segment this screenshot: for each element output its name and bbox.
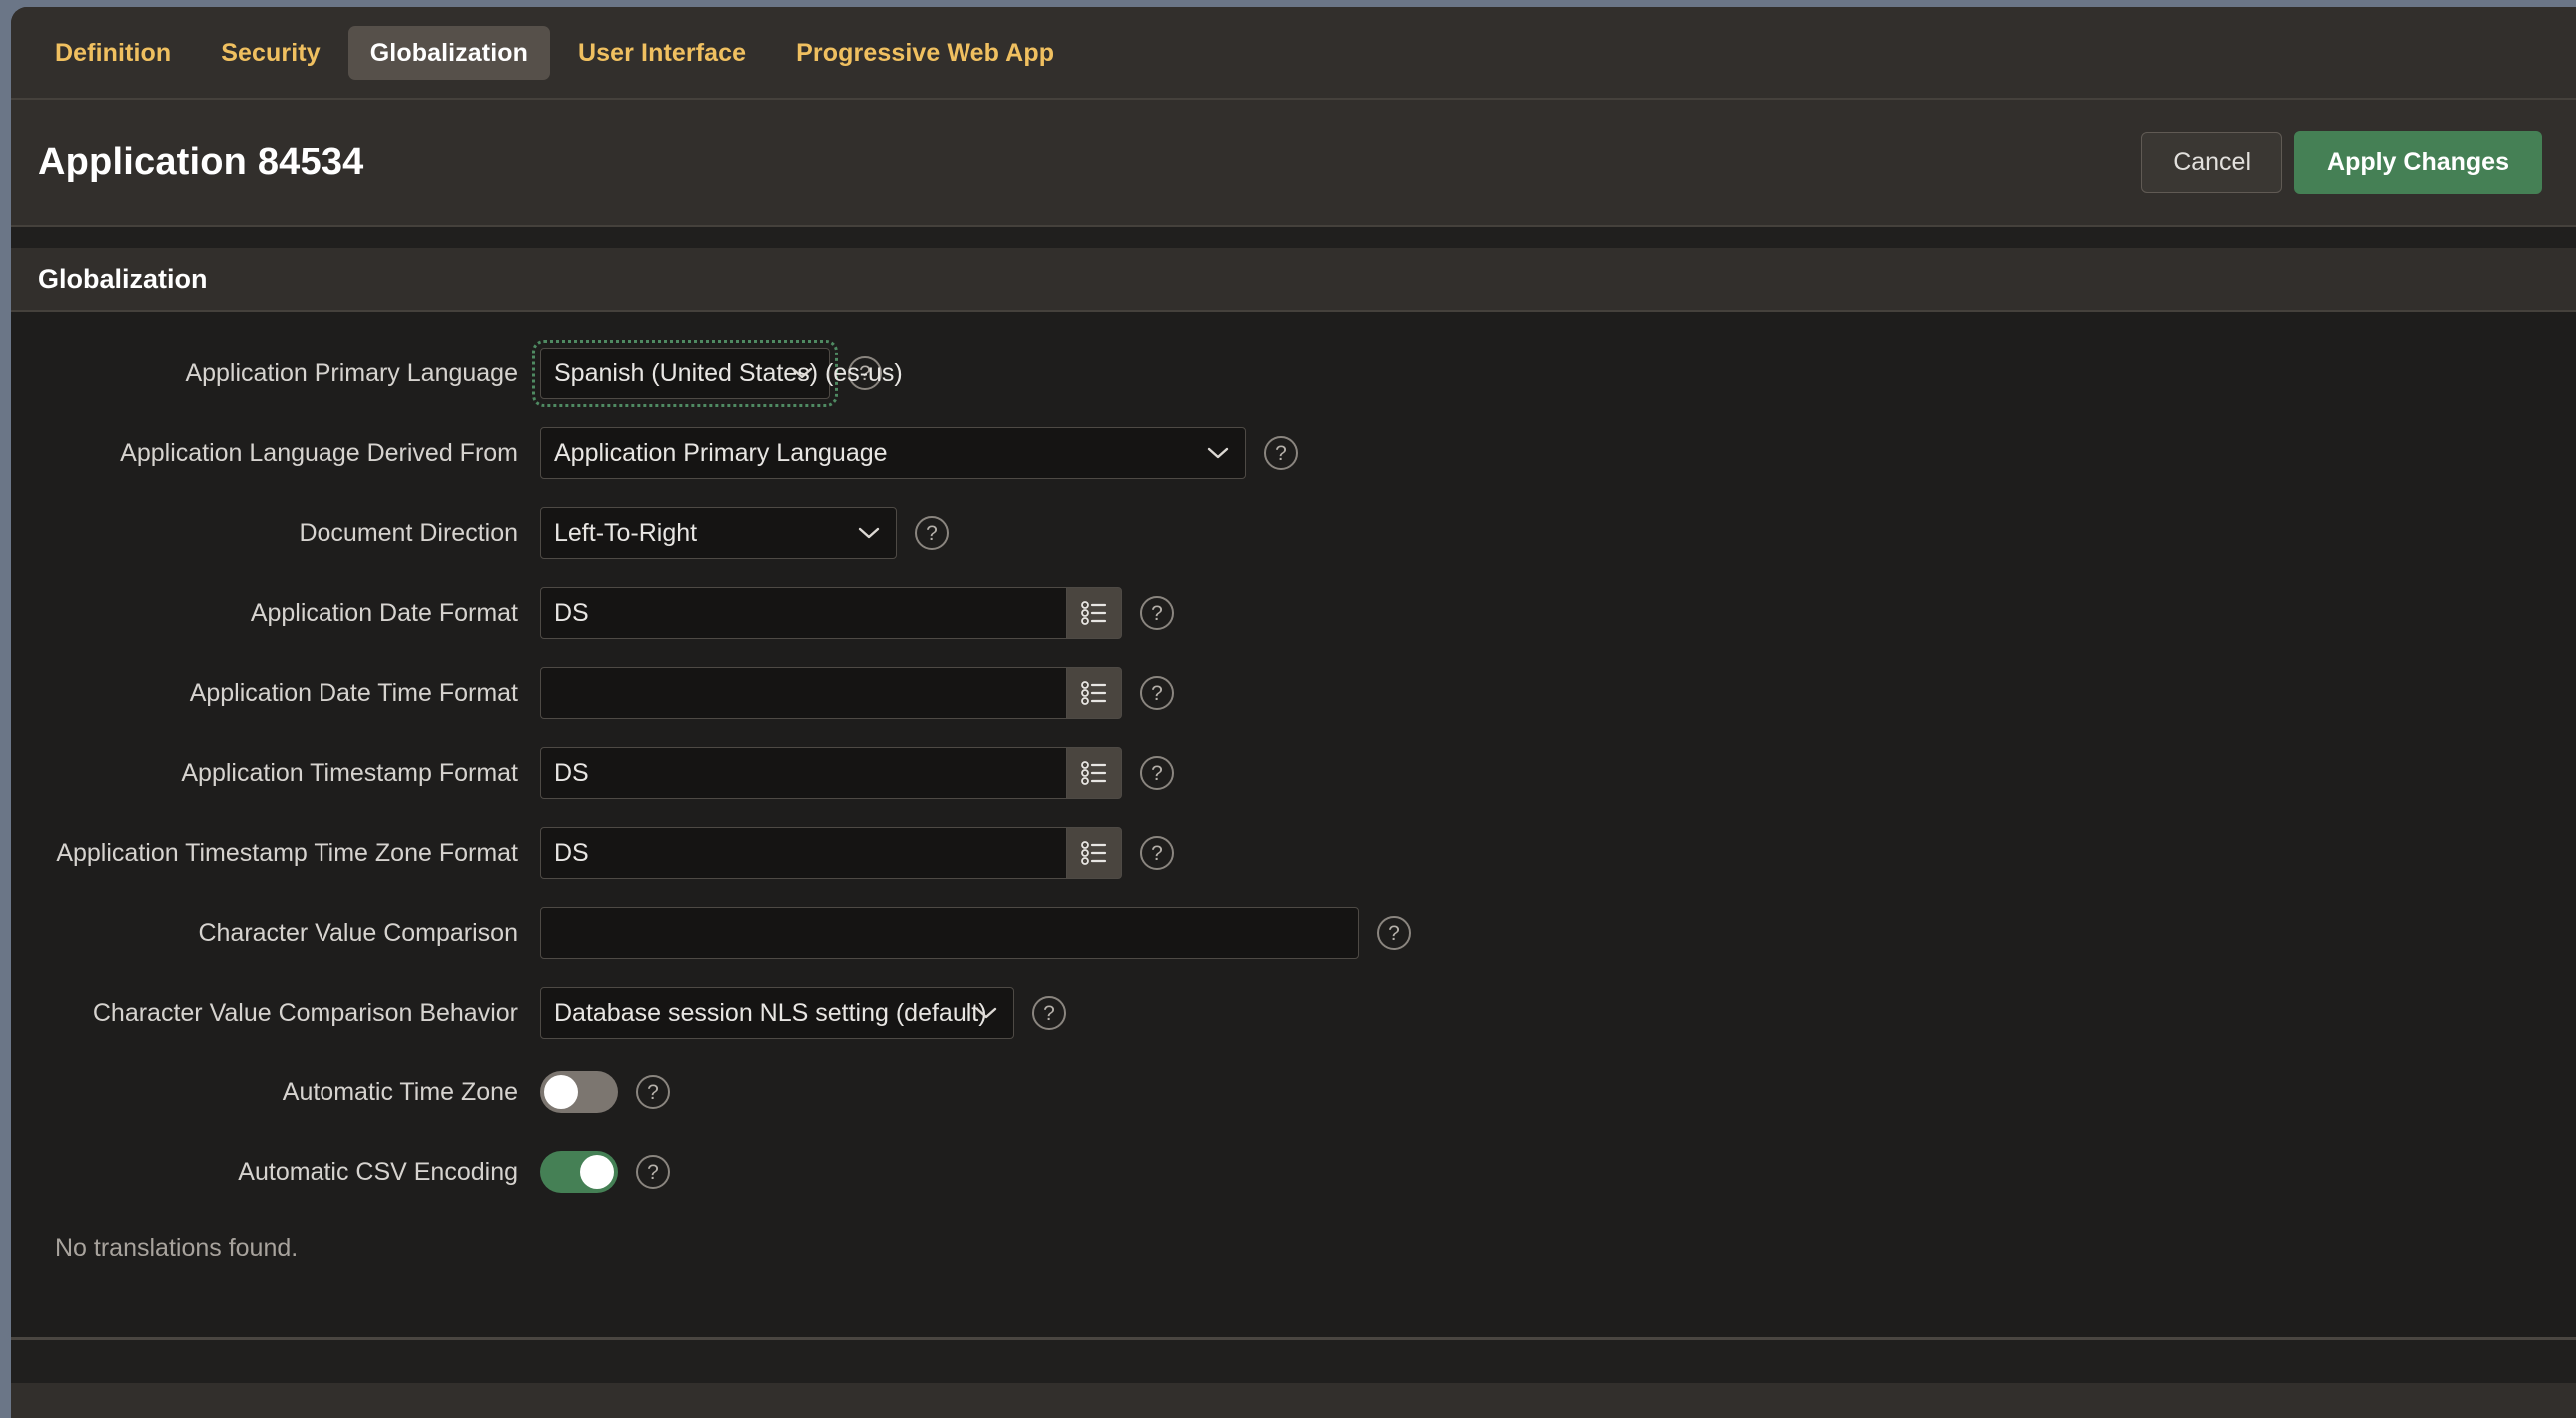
row-date-format: Application Date Format DS ?: [11, 573, 2576, 653]
help-icon-automatic-csv-encoding[interactable]: ?: [636, 1155, 670, 1189]
list-of-values-icon-date-format[interactable]: [1066, 587, 1122, 639]
region-spacer: [11, 227, 2576, 248]
page-footer: [11, 1383, 2576, 1418]
apply-changes-button[interactable]: Apply Changes: [2294, 131, 2542, 194]
control-char-value-comparison-behavior: Database session NLS setting (default) ?: [540, 987, 1066, 1039]
tab-security[interactable]: Security: [199, 26, 341, 80]
label-timestamp-format: Application Timestamp Format: [181, 759, 518, 787]
row-date-time-format: Application Date Time Format ?: [11, 653, 2576, 733]
label-char-value-comparison: Character Value Comparison: [198, 919, 518, 947]
window-left-rail: [0, 0, 11, 1418]
char-value-comparison-behavior-value: Database session NLS setting (default): [554, 998, 987, 1027]
list-of-values-icon-timestamp-tz-format[interactable]: [1066, 827, 1122, 879]
toggle-knob: [544, 1075, 578, 1109]
tab-user-interface[interactable]: User Interface: [556, 26, 768, 80]
section-title: Globalization: [38, 263, 208, 294]
control-timestamp-format: ?: [540, 747, 1174, 799]
row-char-value-comparison-behavior: Character Value Comparison Behavior Data…: [11, 973, 2576, 1053]
date-format-input-group: [540, 587, 1122, 639]
language-derived-from-select[interactable]: Application Primary Language: [540, 427, 1246, 479]
help-icon-date-format[interactable]: ?: [1140, 596, 1174, 630]
toggle-knob: [580, 1155, 614, 1189]
document-direction-select[interactable]: Left-To-Right: [540, 507, 897, 559]
primary-language-select[interactable]: Spanish (United States) (es-us): [540, 348, 903, 399]
timestamp-format-input-group: [540, 747, 1122, 799]
control-date-time-format: ?: [540, 667, 1174, 719]
help-icon-timestamp-format[interactable]: ?: [1140, 756, 1174, 790]
control-primary-language: Spanish (United States) (es-us) ?: [532, 340, 903, 407]
primary-language-value: Spanish (United States) (es-us): [554, 358, 903, 387]
primary-tab-bar: Definition Security Globalization User I…: [11, 7, 2576, 100]
cancel-button[interactable]: Cancel: [2141, 132, 2283, 193]
chevron-down-icon: [1207, 447, 1229, 459]
label-automatic-csv-encoding: Automatic CSV Encoding: [238, 1158, 518, 1186]
row-document-direction: Document Direction Left-To-Right ?: [11, 493, 2576, 573]
tab-globalization[interactable]: Globalization: [347, 25, 550, 80]
help-icon-automatic-time-zone[interactable]: ?: [636, 1075, 670, 1109]
row-timestamp-tz-format: Application Timestamp Time Zone Format D…: [11, 813, 2576, 893]
label-timestamp-tz-format: Application Timestamp Time Zone Format: [56, 839, 518, 867]
timestamp-format-input[interactable]: [540, 747, 1066, 799]
timestamp-tz-format-input-group: [540, 827, 1122, 879]
date-format-input[interactable]: [540, 587, 1066, 639]
date-time-format-input-group: [540, 667, 1122, 719]
control-automatic-csv-encoding: ?: [540, 1151, 670, 1193]
help-icon-char-value-comparison[interactable]: ?: [1377, 916, 1411, 950]
header-actions: Cancel Apply Changes: [2141, 131, 2542, 194]
document-direction-value: Left-To-Right: [554, 518, 698, 547]
label-document-direction: Document Direction: [299, 519, 518, 547]
footer-strip: [11, 1340, 2576, 1383]
row-primary-language: Application Primary Language Spanish (Un…: [11, 334, 2576, 413]
row-timestamp-format: Application Timestamp Format DS ?: [11, 733, 2576, 813]
timestamp-tz-format-input[interactable]: [540, 827, 1066, 879]
translations-note: No translations found.: [55, 1234, 299, 1262]
char-value-comparison-behavior-select[interactable]: Database session NLS setting (default): [540, 987, 1014, 1039]
globalization-form: Application Primary Language Spanish (Un…: [11, 312, 2576, 1337]
row-automatic-time-zone: Automatic Time Zone ?: [11, 1053, 2576, 1132]
row-char-value-comparison: Character Value Comparison ?: [11, 893, 2576, 973]
control-date-format: ?: [540, 587, 1174, 639]
list-of-values-icon-timestamp-format[interactable]: [1066, 747, 1122, 799]
label-date-time-format: Application Date Time Format: [189, 679, 518, 707]
char-value-comparison-input[interactable]: [540, 907, 1359, 959]
primary-language-focus-ring: Spanish (United States) (es-us): [532, 340, 903, 407]
language-derived-from-value: Application Primary Language: [554, 438, 888, 467]
help-icon-char-value-comparison-behavior[interactable]: ?: [1032, 996, 1066, 1030]
label-char-value-comparison-behavior: Character Value Comparison Behavior: [92, 999, 518, 1027]
label-primary-language: Application Primary Language: [185, 359, 518, 387]
automatic-csv-encoding-toggle[interactable]: [540, 1151, 618, 1193]
chevron-down-icon: [858, 527, 880, 539]
label-automatic-time-zone: Automatic Time Zone: [282, 1078, 518, 1106]
help-icon-language-derived-from[interactable]: ?: [1264, 436, 1298, 470]
date-time-format-input[interactable]: [540, 667, 1066, 719]
row-automatic-csv-encoding: Automatic CSV Encoding ?: [11, 1132, 2576, 1212]
tab-definition[interactable]: Definition: [33, 26, 193, 80]
label-language-derived-from: Application Language Derived From: [120, 439, 518, 467]
control-language-derived-from: Application Primary Language ?: [540, 427, 1298, 479]
list-of-values-icon-date-time-format[interactable]: [1066, 667, 1122, 719]
application-window: Definition Security Globalization User I…: [11, 7, 2576, 1418]
label-date-format: Application Date Format: [250, 599, 518, 627]
page-header: Application 84534 Cancel Apply Changes: [11, 100, 2576, 227]
help-icon-document-direction[interactable]: ?: [915, 516, 949, 550]
automatic-time-zone-toggle[interactable]: [540, 1071, 618, 1113]
section-header: Globalization: [11, 248, 2576, 312]
row-language-derived-from: Application Language Derived From Applic…: [11, 413, 2576, 493]
tab-progressive-web-app[interactable]: Progressive Web App: [774, 26, 1076, 80]
control-automatic-time-zone: ?: [540, 1071, 670, 1113]
help-icon-date-time-format[interactable]: ?: [1140, 676, 1174, 710]
control-char-value-comparison: ?: [540, 907, 1411, 959]
control-document-direction: Left-To-Right ?: [540, 507, 949, 559]
control-timestamp-tz-format: ?: [540, 827, 1174, 879]
page-title: Application 84534: [38, 141, 364, 183]
help-icon-timestamp-tz-format[interactable]: ?: [1140, 836, 1174, 870]
